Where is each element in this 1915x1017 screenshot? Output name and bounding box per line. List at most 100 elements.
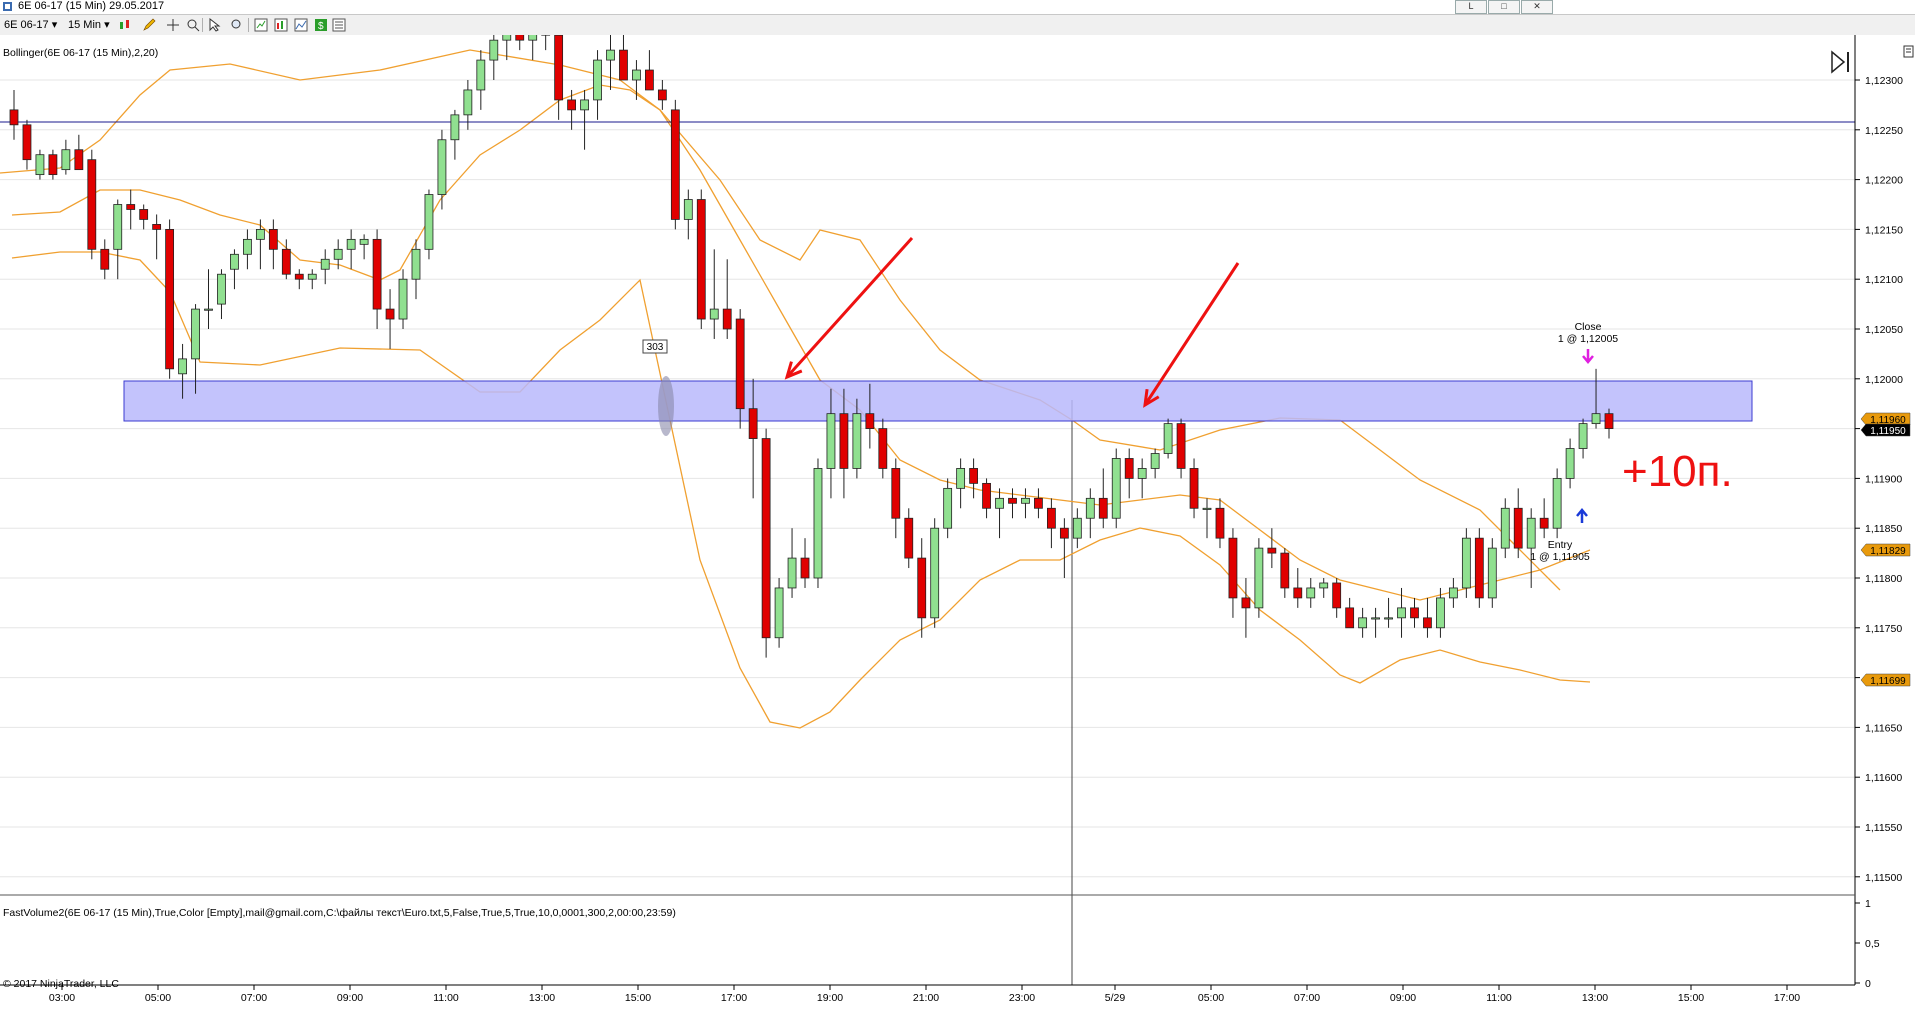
candle[interactable] — [865, 413, 875, 430]
candle[interactable] — [217, 273, 226, 305]
candle[interactable] — [956, 468, 966, 489]
candle[interactable] — [100, 248, 110, 270]
candle[interactable] — [243, 238, 252, 255]
candle[interactable] — [139, 209, 149, 220]
magnifier-icon[interactable] — [230, 18, 244, 32]
candle[interactable] — [74, 149, 84, 171]
candle[interactable] — [87, 159, 97, 250]
candle[interactable] — [1306, 587, 1316, 599]
candle[interactable] — [657, 89, 667, 101]
candle[interactable] — [191, 308, 200, 360]
candle[interactable] — [1046, 507, 1056, 529]
candle[interactable] — [489, 39, 499, 61]
candle[interactable] — [152, 224, 162, 230]
candle[interactable] — [178, 358, 187, 375]
candle[interactable] — [813, 468, 823, 579]
pointer-icon[interactable] — [208, 18, 222, 32]
candle[interactable] — [878, 428, 888, 469]
candle[interactable] — [346, 238, 356, 250]
candle[interactable] — [1384, 617, 1393, 620]
candle[interactable] — [230, 253, 239, 270]
candle[interactable] — [930, 527, 940, 619]
candle[interactable] — [1410, 607, 1419, 619]
candle[interactable] — [904, 517, 914, 559]
candle[interactable] — [567, 99, 577, 111]
candle[interactable] — [165, 228, 175, 370]
candle[interactable] — [528, 35, 538, 41]
candle[interactable] — [1021, 497, 1030, 504]
candle[interactable] — [502, 35, 512, 41]
candle[interactable] — [995, 497, 1004, 509]
candle[interactable] — [476, 59, 486, 91]
window-close-button[interactable]: ✕ — [1521, 0, 1553, 14]
indicators-icon[interactable] — [274, 18, 288, 32]
candle[interactable] — [1526, 517, 1536, 549]
crosshair-icon[interactable] — [166, 18, 180, 32]
candle[interactable] — [1034, 497, 1043, 509]
candle[interactable] — [1591, 413, 1601, 425]
candle[interactable] — [268, 228, 278, 250]
candle[interactable] — [1578, 423, 1588, 449]
candle[interactable] — [294, 273, 304, 280]
candle[interactable] — [1397, 607, 1406, 619]
candle[interactable] — [1448, 587, 1458, 599]
candle[interactable] — [735, 318, 745, 410]
candle[interactable] — [722, 308, 732, 330]
candle[interactable] — [800, 557, 810, 579]
candle[interactable] — [619, 49, 628, 81]
candle[interactable] — [593, 59, 602, 101]
candle[interactable] — [424, 194, 434, 250]
candle[interactable] — [1150, 453, 1160, 469]
candle[interactable] — [113, 204, 123, 250]
candle[interactable] — [1345, 607, 1355, 629]
candle[interactable] — [787, 557, 797, 589]
chart-area[interactable]: 303 Close1 @ 1,12005 Entry1 @ 1,11905 +10п.… — [0, 35, 1915, 1017]
candle[interactable] — [1008, 497, 1017, 504]
candle[interactable] — [463, 89, 473, 116]
candle[interactable] — [9, 109, 19, 126]
candle[interactable] — [1461, 537, 1471, 589]
candle[interactable] — [645, 69, 654, 91]
candle[interactable] — [1604, 413, 1614, 430]
candle[interactable] — [774, 587, 784, 639]
interval-selector[interactable]: 15 Min ▾ — [68, 18, 110, 32]
candle[interactable] — [554, 35, 564, 101]
candle[interactable] — [670, 109, 680, 220]
candle[interactable] — [35, 154, 45, 176]
candle[interactable] — [255, 228, 265, 240]
candle[interactable] — [204, 308, 213, 311]
candle[interactable] — [1176, 423, 1186, 469]
candle[interactable] — [852, 413, 862, 469]
candle[interactable] — [1436, 597, 1445, 629]
candle[interactable] — [1539, 517, 1549, 529]
candle[interactable] — [1228, 537, 1238, 599]
candle[interactable] — [450, 114, 460, 141]
candle[interactable] — [969, 468, 978, 484]
candle[interactable] — [126, 204, 136, 210]
candle[interactable] — [1500, 507, 1510, 549]
candle[interactable] — [1202, 507, 1212, 510]
candle[interactable] — [1319, 582, 1329, 589]
bar-type-icon[interactable] — [118, 18, 132, 32]
candle[interactable] — [1280, 552, 1290, 589]
candle[interactable] — [1241, 597, 1251, 609]
candle[interactable] — [515, 35, 525, 41]
candle[interactable] — [606, 49, 615, 61]
window-maximize-button[interactable]: □ — [1488, 0, 1520, 14]
candle[interactable] — [320, 258, 330, 270]
chart-style-icon[interactable] — [254, 18, 268, 32]
candle[interactable] — [48, 154, 58, 176]
dollar-icon[interactable]: $ — [314, 18, 328, 32]
zoom-icon[interactable] — [186, 18, 200, 32]
candle[interactable] — [683, 199, 693, 220]
candle[interactable] — [748, 408, 758, 439]
candle[interactable] — [982, 482, 991, 509]
candle[interactable] — [761, 438, 771, 639]
candle[interactable] — [61, 149, 71, 171]
candle[interactable] — [696, 199, 706, 320]
candle[interactable] — [372, 238, 382, 310]
candle[interactable] — [1371, 617, 1380, 620]
candle[interactable] — [891, 468, 901, 519]
candle[interactable] — [1111, 458, 1121, 519]
window-layout-button[interactable]: L — [1455, 0, 1487, 14]
